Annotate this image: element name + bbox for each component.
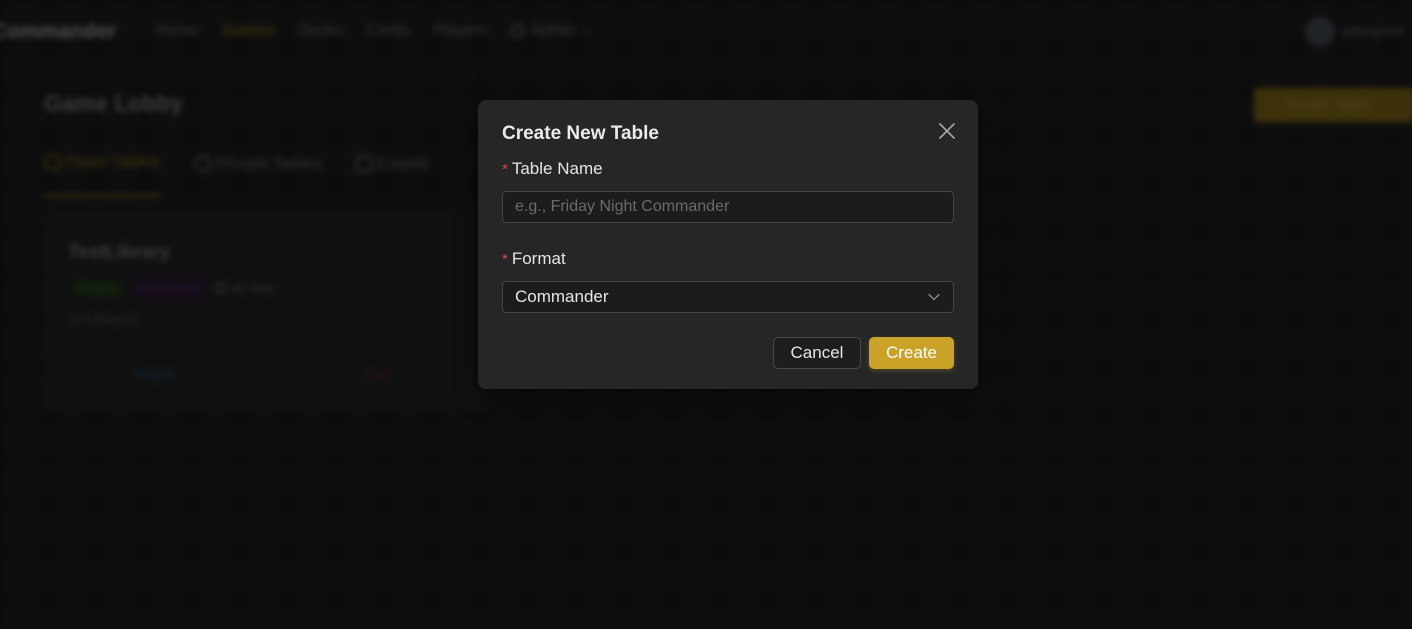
- format-select[interactable]: Commander: [502, 281, 954, 313]
- format-select-value: Commander: [515, 287, 609, 306]
- cancel-button[interactable]: Cancel: [773, 337, 861, 369]
- close-icon: [939, 123, 955, 139]
- close-button[interactable]: [936, 120, 958, 142]
- table-name-label-text: Table Name: [511, 159, 603, 178]
- format-label-text: Format: [511, 249, 566, 268]
- table-name-label: * Table Name: [502, 159, 603, 179]
- format-label: * Format: [502, 249, 566, 269]
- create-button[interactable]: Create: [869, 337, 954, 369]
- table-name-input[interactable]: [502, 191, 954, 223]
- modal-title: Create New Table: [502, 123, 659, 144]
- required-marker: *: [502, 251, 508, 268]
- chevron-down-icon: [927, 290, 941, 304]
- create-table-modal: Create New Table * Table Name * Format C…: [478, 100, 978, 389]
- required-marker: *: [502, 161, 508, 178]
